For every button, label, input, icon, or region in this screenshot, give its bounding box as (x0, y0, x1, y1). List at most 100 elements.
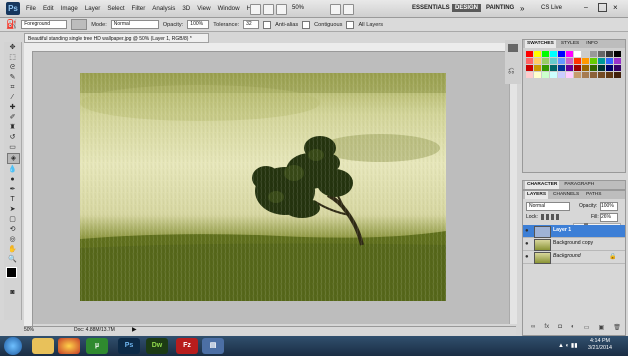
swatch[interactable] (606, 51, 613, 57)
swatch[interactable] (534, 72, 541, 78)
utorrent-icon[interactable]: µ (86, 338, 108, 354)
layer-name[interactable]: Layer 1 (553, 227, 571, 233)
vertical-scrollbar[interactable] (509, 52, 517, 324)
swatch[interactable] (534, 51, 541, 57)
menu-file[interactable]: File (26, 5, 36, 12)
more-workspaces-button[interactable]: » (520, 4, 524, 13)
layer-opacity-field[interactable]: 100% (600, 202, 618, 211)
launch-mini-bridge-button[interactable] (263, 4, 274, 15)
swatch[interactable] (542, 51, 549, 57)
swatch[interactable] (550, 58, 557, 64)
tab-styles[interactable]: STYLES (559, 40, 581, 48)
quick-select-tool-icon[interactable]: ✎ (7, 73, 18, 82)
tab-swatches[interactable]: SWATCHES (525, 40, 556, 48)
paint-bucket-tool-icon[interactable]: ◈ (7, 153, 20, 164)
workspace-essentials[interactable]: ESSENTIALS (412, 0, 450, 17)
swatch[interactable] (590, 51, 597, 57)
swatch[interactable] (574, 58, 581, 64)
view-extras-button[interactable] (276, 4, 287, 15)
menu-layer[interactable]: Layer (85, 5, 100, 12)
document-tab[interactable]: Beautiful standing single tree HD wallpa… (24, 33, 209, 43)
swatch[interactable] (582, 51, 589, 57)
menu-image[interactable]: Image (61, 5, 78, 12)
workspace-painting[interactable]: PAINTING (486, 0, 514, 17)
swatch[interactable] (534, 65, 541, 71)
system-clock[interactable]: 4:14 PM 3/21/2014 (588, 338, 612, 352)
swatch[interactable] (566, 65, 573, 71)
close-icon[interactable]: × (613, 3, 618, 12)
eyedropper-tool-icon[interactable]: ⁄ (7, 93, 18, 102)
new-group-icon[interactable]: ▭ (584, 324, 590, 332)
layer-name[interactable]: Background (553, 253, 581, 259)
swatch[interactable] (590, 65, 597, 71)
swatch[interactable] (590, 72, 597, 78)
swatch[interactable] (606, 65, 613, 71)
type-tool-icon[interactable]: T (7, 195, 18, 204)
3d-orbit-tool-icon[interactable]: ◎ (7, 235, 18, 244)
arrange-documents-button[interactable] (330, 4, 341, 15)
photoshop-taskbar-icon[interactable]: Ps (118, 338, 140, 354)
swatch[interactable] (614, 51, 621, 57)
layer-row-background-copy[interactable]: ● Background copy (523, 238, 625, 251)
swatch[interactable] (606, 72, 613, 78)
menu-analysis[interactable]: Analysis (152, 5, 175, 12)
menu-view[interactable]: View (197, 5, 210, 12)
fill-source-select[interactable]: Foreground (21, 20, 68, 29)
swatch[interactable] (574, 72, 581, 78)
chrome-icon[interactable] (58, 338, 80, 354)
pen-tool-icon[interactable]: ✒ (7, 185, 18, 194)
swatch[interactable] (566, 72, 573, 78)
swatch[interactable] (590, 58, 597, 64)
blur-tool-icon[interactable]: 💧 (7, 165, 18, 174)
blend-mode-select[interactable]: Normal (526, 202, 570, 211)
visibility-eye-icon[interactable]: ● (525, 241, 531, 247)
pattern-picker[interactable] (71, 19, 88, 30)
anti-alias-checkbox[interactable] (263, 20, 272, 29)
status-menu-arrow-icon[interactable]: ▶ (132, 326, 137, 333)
dodge-tool-icon[interactable]: ● (7, 175, 18, 184)
all-layers-checkbox[interactable] (346, 20, 355, 29)
history-brush-tool-icon[interactable]: ↺ (7, 133, 18, 142)
swatch[interactable] (614, 65, 621, 71)
swatch[interactable] (614, 58, 621, 64)
tray-icons[interactable]: ▲ ◐ ▮▮ (558, 342, 578, 349)
swatch[interactable] (558, 65, 565, 71)
swatch[interactable] (614, 72, 621, 78)
document-size-info[interactable]: Doc: 4.88M/13.7M (74, 327, 115, 333)
add-mask-icon[interactable]: ◘ (558, 324, 562, 332)
move-tool-icon[interactable]: ✥ (7, 43, 18, 52)
swatch[interactable] (526, 65, 533, 71)
swatch[interactable] (542, 65, 549, 71)
visibility-eye-icon[interactable]: ● (525, 228, 531, 234)
tab-paths[interactable]: PATHS (584, 191, 603, 199)
workspace-design[interactable]: DESIGN (452, 4, 482, 12)
fill-field[interactable]: 26% (600, 213, 618, 222)
zoom-tool-icon[interactable]: 🔍 (7, 255, 18, 264)
swatch[interactable] (582, 58, 589, 64)
history-icon[interactable]: ⎌ (508, 66, 518, 76)
launch-bridge-button[interactable] (250, 4, 261, 15)
swatch[interactable] (598, 65, 605, 71)
visibility-eye-icon[interactable]: ● (525, 254, 531, 260)
mini-bridge-icon[interactable] (508, 44, 518, 52)
delete-layer-icon[interactable]: 🗑 (613, 324, 621, 332)
zoom-level-dropdown[interactable]: 50% (292, 5, 304, 11)
swatch[interactable] (542, 58, 549, 64)
swatch[interactable] (598, 51, 605, 57)
start-button-icon[interactable] (4, 337, 22, 355)
hand-tool-icon[interactable]: ✋ (7, 245, 18, 254)
document-image[interactable] (80, 73, 446, 301)
swatch[interactable] (582, 65, 589, 71)
dreamweaver-icon[interactable]: Dw (146, 338, 168, 354)
swatch[interactable] (526, 58, 533, 64)
swatch[interactable] (558, 58, 565, 64)
3d-rotate-tool-icon[interactable]: ⟲ (7, 225, 18, 234)
shape-tool-icon[interactable]: ▢ (7, 215, 18, 224)
menu-window[interactable]: Window (218, 5, 240, 12)
swatch[interactable] (598, 58, 605, 64)
swatch[interactable] (550, 65, 557, 71)
lock-icons[interactable] (541, 214, 561, 220)
swatch[interactable] (526, 51, 533, 57)
quick-mask-icon[interactable]: ◙ (7, 288, 18, 297)
layer-style-icon[interactable]: fx (544, 324, 549, 332)
